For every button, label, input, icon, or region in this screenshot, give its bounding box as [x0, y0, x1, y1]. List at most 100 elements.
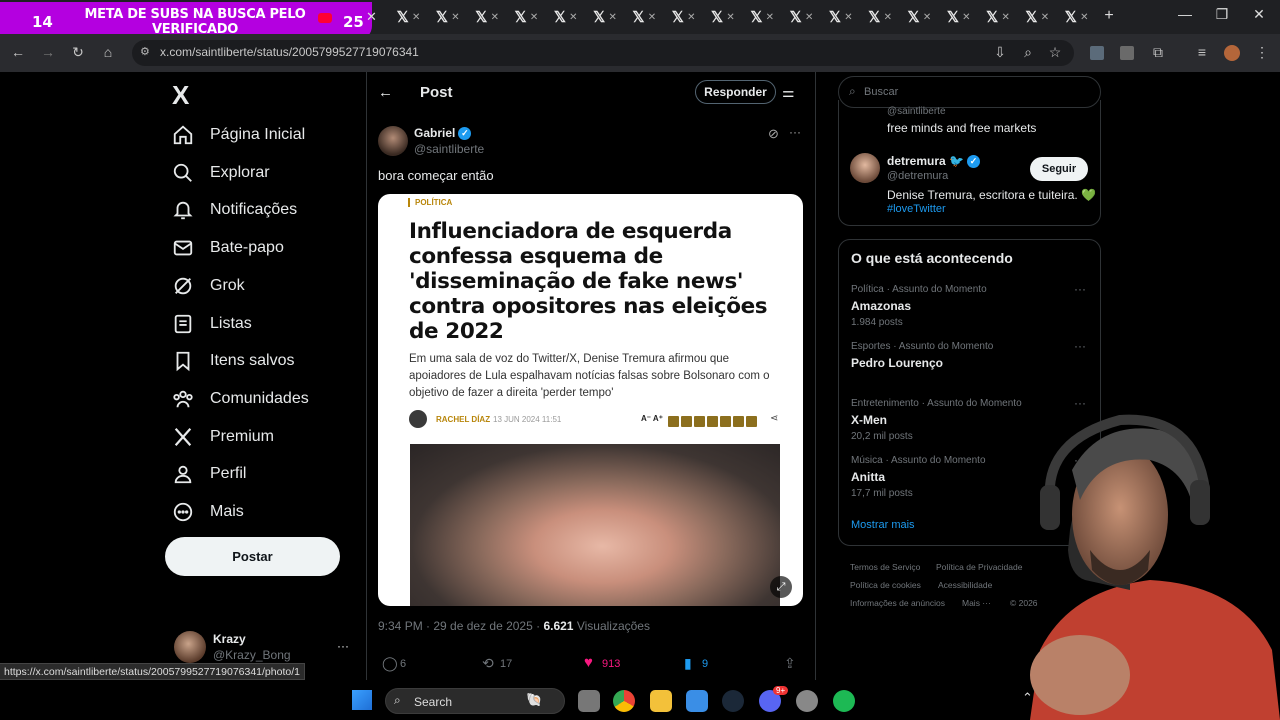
- browser-tab[interactable]: 𝕏 ✕: [468, 0, 507, 34]
- nav-item-bate-papo[interactable]: Bate-papo: [172, 232, 284, 264]
- task-view-icon[interactable]: [578, 690, 600, 712]
- browser-tab[interactable]: 𝕏 ✕: [546, 0, 585, 34]
- forward-icon[interactable]: →: [38, 44, 58, 60]
- tab-close-icon[interactable]: ✕: [962, 12, 970, 23]
- suggested-name-row[interactable]: detremura 🐦 ✓: [887, 154, 980, 169]
- tab-close-icon[interactable]: ✕: [648, 12, 656, 23]
- author-name-row[interactable]: Gabriel ✓: [414, 126, 472, 141]
- reply-button[interactable]: Responder: [695, 80, 776, 104]
- browser-tab[interactable]: 𝕏 ✕: [782, 0, 821, 34]
- footer-link[interactable]: Informações de anúncios: [850, 598, 945, 608]
- steam-icon[interactable]: [722, 690, 744, 712]
- nav-item-grok[interactable]: Grok: [172, 270, 245, 302]
- nav-item-perfil[interactable]: Perfil: [172, 458, 246, 490]
- post-button[interactable]: Postar: [165, 537, 340, 576]
- browser-tab[interactable]: 𝕏 ✕: [507, 0, 546, 34]
- spotify-icon[interactable]: [833, 690, 855, 712]
- tab-close-icon[interactable]: ✕: [491, 12, 499, 23]
- like-icon[interactable]: ♥: [584, 654, 593, 671]
- suggested-avatar[interactable]: [850, 153, 880, 183]
- chrome-menu-icon[interactable]: ⋮: [1252, 44, 1272, 61]
- browser-tab[interactable]: 𝕏 ✕: [586, 0, 625, 34]
- tab-close-icon[interactable]: ✕: [366, 9, 377, 25]
- close-window-icon[interactable]: ✕: [1244, 6, 1274, 23]
- url-text[interactable]: x.com/saintliberte/status/20057995277190…: [160, 45, 419, 59]
- trend-item[interactable]: Política · Assunto do Momento Amazonas 1.9…: [851, 282, 1091, 334]
- tab-close-icon[interactable]: ✕: [569, 12, 577, 23]
- trend-more-icon[interactable]: ···: [1074, 339, 1086, 353]
- show-more-link[interactable]: Mostrar mais: [851, 519, 915, 531]
- browser-tab[interactable]: 𝕏 ✕: [1057, 0, 1096, 34]
- browser-tab[interactable]: 𝕏 ✕: [979, 0, 1018, 34]
- browser-tab[interactable]: 𝕏 ✕: [821, 0, 860, 34]
- suggested-hashtag[interactable]: #loveTwitter: [887, 203, 946, 215]
- windows-start-icon[interactable]: [352, 690, 372, 710]
- author-handle[interactable]: @saintliberte: [414, 142, 484, 156]
- trend-item[interactable]: Esportes · Assunto do Momento Pedro Loure…: [851, 339, 1091, 391]
- tab-close-icon[interactable]: ✕: [687, 12, 695, 23]
- tab-close-icon[interactable]: ✕: [1041, 12, 1049, 23]
- tab-close-icon[interactable]: ✕: [805, 12, 813, 23]
- footer-link[interactable]: Mais ···: [962, 598, 991, 608]
- browser-tab[interactable]: 𝕏 ✕: [861, 0, 900, 34]
- install-icon[interactable]: ⇩: [990, 44, 1010, 61]
- site-settings-icon[interactable]: ⚙: [140, 45, 150, 58]
- suggested-name[interactable]: detremura: [887, 154, 946, 168]
- tab-close-icon[interactable]: ✕: [726, 12, 734, 23]
- taskbar-search[interactable]: ⌕ Search 🐚: [385, 688, 565, 714]
- reload-icon[interactable]: ↻: [68, 44, 88, 61]
- new-tab-icon[interactable]: +: [1094, 7, 1124, 25]
- account-more-icon[interactable]: ···: [337, 639, 349, 653]
- post-more-icon[interactable]: ···: [789, 125, 801, 139]
- browser-tab[interactable]: 𝕏 ✕: [389, 0, 428, 34]
- browser-tab[interactable]: 𝕏 ✕: [664, 0, 703, 34]
- home-icon[interactable]: ⌂: [98, 44, 118, 60]
- nav-item-página-inicial[interactable]: Página Inicial: [172, 119, 305, 151]
- back-arrow-icon[interactable]: ←: [378, 84, 393, 101]
- file-explorer-icon[interactable]: [650, 690, 672, 712]
- minimize-icon[interactable]: —: [1170, 6, 1200, 22]
- tab-close-icon[interactable]: ✕: [1001, 12, 1009, 23]
- nav-item-itens-salvos[interactable]: Itens salvos: [172, 345, 294, 377]
- browser-tab[interactable]: 𝕏 ✕: [703, 0, 742, 34]
- tab-close-icon[interactable]: ✕: [451, 12, 459, 23]
- nav-item-explorar[interactable]: Explorar: [172, 157, 270, 189]
- media-control-icon[interactable]: ≡: [1192, 44, 1212, 60]
- settings-icon[interactable]: [796, 690, 818, 712]
- filter-icon[interactable]: ⚌: [782, 84, 795, 101]
- tab-close-icon[interactable]: ✕: [923, 12, 931, 23]
- footer-link[interactable]: Política de Privacidade: [936, 562, 1022, 572]
- tab-close-icon[interactable]: ✕: [766, 12, 774, 23]
- share-post-icon[interactable]: ⇪: [784, 655, 796, 672]
- tab-close-icon[interactable]: ✕: [1080, 12, 1088, 23]
- footer-link[interactable]: Política de cookies: [850, 580, 921, 590]
- browser-tab[interactable]: 𝕏 ✕: [743, 0, 782, 34]
- profile-avatar[interactable]: [1224, 45, 1240, 61]
- nav-item-premium[interactable]: Premium: [172, 421, 274, 453]
- trend-more-icon[interactable]: ···: [1074, 282, 1086, 296]
- account-switcher[interactable]: Krazy @Krazy_Bong ···: [172, 631, 352, 663]
- zoom-icon[interactable]: ⌕: [1018, 44, 1038, 61]
- chrome-icon[interactable]: [613, 690, 635, 712]
- tab-close-icon[interactable]: ✕: [412, 12, 420, 23]
- author-name[interactable]: Gabriel: [414, 126, 455, 140]
- grok-explain-icon[interactable]: ⊘: [768, 126, 779, 142]
- post-image[interactable]: POLÍTICA Influenciadora de esquerda conf…: [378, 194, 803, 606]
- image-expand-icon[interactable]: ⤢: [770, 576, 792, 598]
- nav-item-mais[interactable]: Mais: [172, 496, 244, 528]
- bookmark-icon[interactable]: ▮: [684, 655, 692, 672]
- footer-link[interactable]: © 2026: [1010, 598, 1038, 608]
- bookmark-star-icon[interactable]: ☆: [1045, 44, 1065, 61]
- x-logo[interactable]: X: [172, 80, 189, 111]
- maximize-icon[interactable]: ❐: [1207, 6, 1237, 23]
- footer-link[interactable]: Acessibilidade: [938, 580, 992, 590]
- extension-icon-2[interactable]: [1120, 46, 1134, 60]
- tab-close-icon[interactable]: ✕: [884, 12, 892, 23]
- repost-icon[interactable]: ⟲: [482, 655, 494, 672]
- tab-close-icon[interactable]: ✕: [530, 12, 538, 23]
- extension-icon[interactable]: [1090, 46, 1104, 60]
- reply-icon[interactable]: ◯: [382, 655, 398, 672]
- browser-tab[interactable]: 𝕏 ✕: [625, 0, 664, 34]
- back-icon[interactable]: ←: [8, 44, 28, 60]
- extensions-puzzle-icon[interactable]: ⧉: [1148, 44, 1168, 61]
